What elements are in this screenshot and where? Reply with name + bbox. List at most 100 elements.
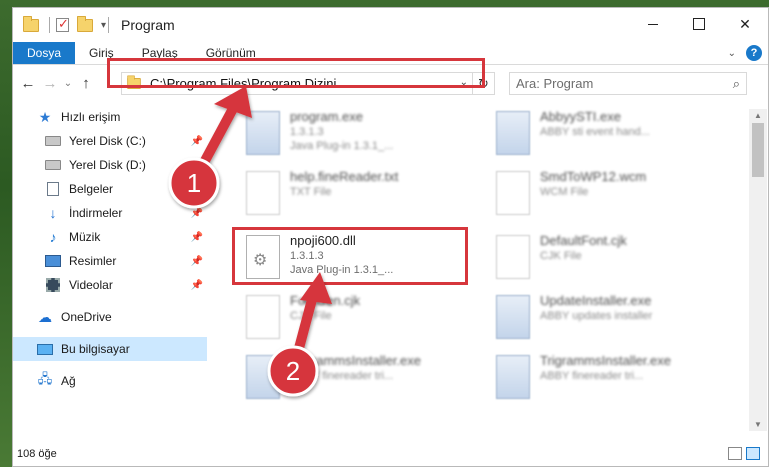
folder-icon	[23, 15, 39, 32]
star-icon: ★	[38, 108, 52, 125]
file-version: 1.3.1.3	[290, 250, 324, 262]
pin-icon: 📌	[190, 255, 203, 267]
file-item[interactable]: help.fineReader.txt TXT File	[240, 167, 480, 227]
status-bar: 108 öğe	[13, 442, 768, 466]
file-item[interactable]: TrigrammsInstaller.exe ABBY finereader t…	[490, 351, 730, 411]
drive-icon	[45, 160, 61, 170]
recent-locations-icon[interactable]: ⌄	[61, 78, 75, 89]
scroll-up-icon[interactable]: ▲	[754, 111, 762, 120]
tiles-view-icon[interactable]	[746, 447, 760, 460]
nav-downloads[interactable]: ↓ İndirmeler 📌	[13, 201, 209, 225]
nav-onedrive[interactable]: ☁ OneDrive	[13, 305, 209, 329]
file-name: TrigrammsInstaller.exe	[540, 353, 671, 368]
nav-label: Müzik	[69, 230, 101, 244]
file-item[interactable]: DefaultFont.cjk CJK File	[490, 231, 730, 291]
address-dropdown-icon[interactable]: ⌄	[460, 77, 468, 88]
ribbon-tabs: Dosya Giriş Paylaş Görünüm ⌄ ?	[13, 42, 768, 65]
video-icon	[46, 278, 60, 292]
file-description: ABBY finereader tri...	[540, 370, 644, 382]
address-path: C:\Program Files\Program Dizini	[150, 76, 337, 91]
title-separator-2	[108, 17, 110, 33]
search-input[interactable]: Ara: Program ⌕	[509, 72, 747, 95]
address-row: ← → ⌄ ↑ C:\Program Files\Program Dizini …	[13, 65, 768, 101]
close-button[interactable]: ✕	[722, 8, 768, 40]
network-icon: 🖧	[37, 371, 53, 386]
file-name: program.exe	[290, 109, 363, 124]
file-type: CJK File	[540, 250, 582, 262]
tab-dosya[interactable]: Dosya	[13, 42, 76, 64]
back-icon[interactable]: ←	[17, 75, 39, 92]
nav-pictures[interactable]: Resimler 📌	[13, 249, 209, 273]
exe-file-icon	[246, 111, 280, 155]
exe-file-icon	[496, 355, 530, 399]
ribbon-expand-icon[interactable]: ⌄	[728, 48, 736, 59]
file-type: WCM File	[540, 186, 589, 198]
file-description: ABBY updates installer	[540, 310, 653, 322]
tab-giris[interactable]: Giriş	[75, 42, 128, 64]
tab-paylas[interactable]: Paylaş	[128, 42, 192, 64]
quick-access-dropdown-icon[interactable]: ▾	[101, 20, 106, 31]
minimize-button[interactable]	[630, 8, 676, 40]
forward-icon[interactable]: →	[39, 75, 61, 92]
nav-label: Bu bilgisayar	[61, 342, 130, 356]
file-list: program.exe 1.3.1.3 Java Plug-in 1.3.1_.…	[218, 101, 750, 441]
file-name: AbbyySTI.exe	[540, 109, 621, 124]
nav-this-pc[interactable]: Bu bilgisayar	[13, 337, 207, 361]
address-bar[interactable]: C:\Program Files\Program Dizini ⌄	[121, 72, 473, 95]
nav-label: İndirmeler	[69, 206, 123, 220]
nav-network[interactable]: 🖧 Ağ	[13, 369, 209, 393]
file-item[interactable]: AbbyySTI.exe ABBY sti event hand...	[490, 107, 730, 167]
file-item[interactable]: FontGen.cjk CJK File	[240, 291, 480, 351]
file-item[interactable]: program.exe 1.3.1.3 Java Plug-in 1.3.1_.…	[240, 107, 480, 167]
file-name: DefaultFont.cjk	[540, 233, 627, 248]
nav-quick-access[interactable]: ★ Hızlı erişim	[13, 105, 209, 129]
search-icon[interactable]: ⌕	[733, 76, 740, 92]
file-description: ABBY finereader tri...	[290, 370, 394, 382]
scroll-down-icon[interactable]: ▼	[754, 420, 762, 429]
properties-icon[interactable]	[56, 16, 69, 32]
details-view-icon[interactable]	[728, 447, 742, 460]
scrollbar-thumb[interactable]	[752, 123, 764, 177]
file-name: SmdToWP12.wcm	[540, 169, 647, 184]
music-icon: ♪	[49, 229, 57, 245]
nav-label: Videolar	[69, 278, 113, 292]
nav-local-disk-d[interactable]: Yerel Disk (D:) 📌	[13, 153, 209, 177]
gear-icon: ⚙	[253, 252, 268, 269]
nav-documents[interactable]: Belgeler	[13, 177, 209, 201]
file-item[interactable]: TrigrammsInstaller.exe ABBY finereader t…	[240, 351, 480, 411]
file-item-npoji600-dll[interactable]: ⚙ npoji600.dll 1.3.1.3 Java Plug-in 1.3.…	[240, 231, 480, 291]
pin-icon: 📌	[190, 279, 203, 291]
nav-local-disk-c[interactable]: Yerel Disk (C:) 📌	[13, 129, 209, 153]
tab-gorunum[interactable]: Görünüm	[192, 42, 270, 64]
file-type: TXT File	[290, 186, 332, 198]
item-count: 108 öğe	[17, 448, 57, 460]
maximize-button[interactable]	[676, 8, 722, 40]
help-icon[interactable]: ?	[746, 45, 762, 61]
refresh-icon[interactable]: ↻	[473, 72, 495, 95]
file-item[interactable]: UpdateInstaller.exe ABBY updates install…	[490, 291, 730, 351]
nav-label: Yerel Disk (C:)	[69, 134, 146, 148]
vertical-scrollbar[interactable]: ▲ ▼	[749, 109, 767, 431]
generic-file-icon	[496, 171, 530, 215]
nav-label: OneDrive	[61, 310, 112, 324]
nav-music[interactable]: ♪ Müzik 📌	[13, 225, 209, 249]
file-name: FontGen.cjk	[290, 293, 361, 308]
exe-file-icon	[246, 355, 280, 399]
nav-label: Belgeler	[69, 182, 114, 196]
new-folder-icon[interactable]	[77, 15, 93, 32]
generic-file-icon	[496, 235, 530, 279]
navigation-pane: ★ Hızlı erişim Yerel Disk (C:) 📌 Yerel D…	[13, 101, 209, 441]
cloud-icon: ☁	[38, 308, 52, 325]
nav-videos[interactable]: Videolar 📌	[13, 273, 209, 297]
explorer-window: ▾ Program ✕ Dosya Giriş Paylaş Görünüm ⌄…	[12, 7, 769, 467]
drive-icon	[45, 136, 61, 146]
exe-file-icon	[496, 295, 530, 339]
pictures-icon	[45, 255, 61, 267]
file-version: 1.3.1.3	[290, 126, 324, 138]
file-item[interactable]: SmdToWP12.wcm WCM File	[490, 167, 730, 227]
view-buttons	[728, 447, 760, 460]
title-separator	[49, 17, 50, 33]
dll-file-icon: ⚙	[246, 235, 280, 279]
up-icon[interactable]: ↑	[75, 75, 97, 92]
nav-label: Ağ	[61, 374, 76, 388]
